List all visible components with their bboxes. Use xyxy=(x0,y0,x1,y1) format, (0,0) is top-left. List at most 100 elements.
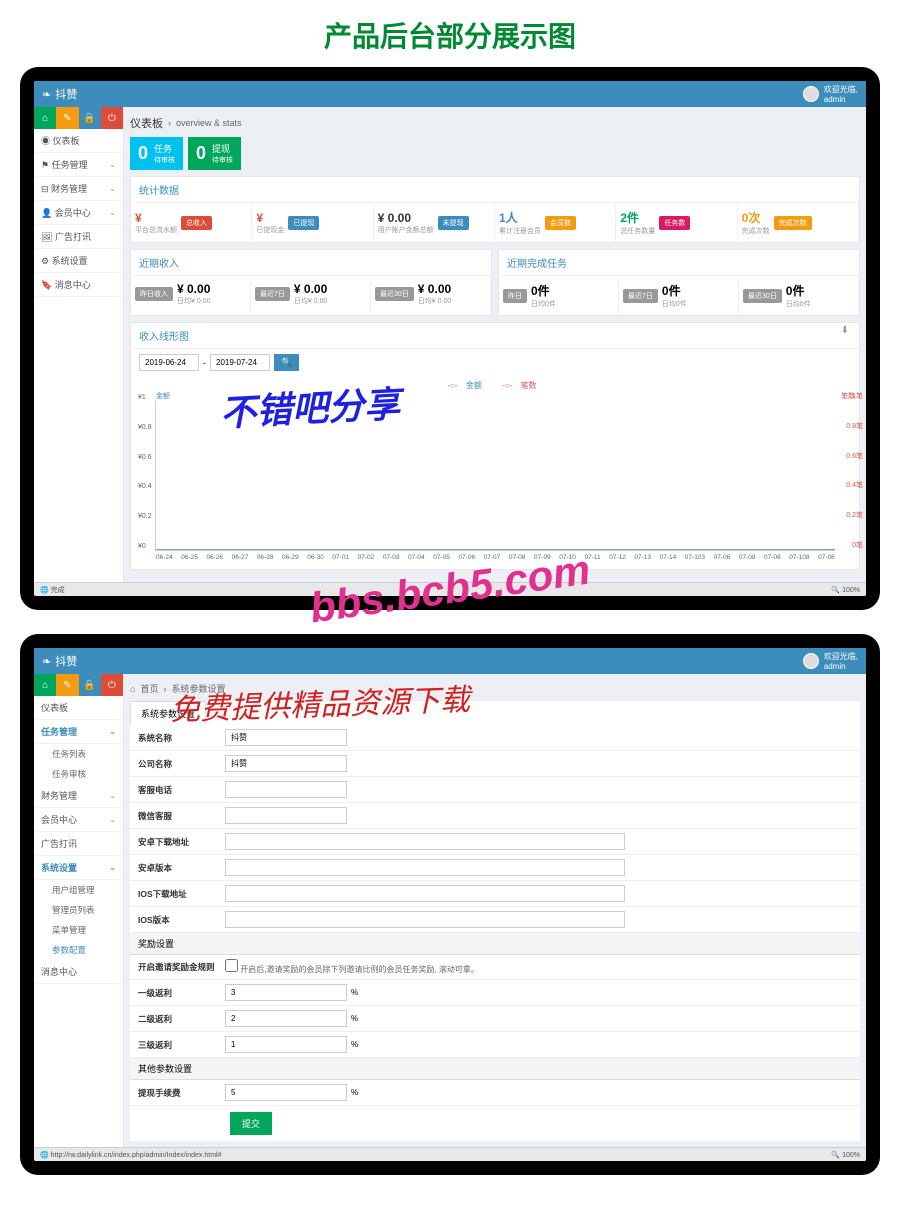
reward-checkbox[interactable] xyxy=(225,959,238,972)
sidebar-item[interactable]: 👤 会员中心⌄ xyxy=(34,201,123,225)
download-icon[interactable]: ⬇ xyxy=(841,325,849,336)
quick-home-icon[interactable]: ⌂ xyxy=(34,107,56,129)
wechat-input[interactable] xyxy=(225,807,347,824)
quick-lock-icon[interactable]: 🔒 xyxy=(79,107,101,129)
sidebar: ⌂ ✎ 🔒 ⏻ ◉ 仪表板⚑ 任务管理⌄⊟ 财务管理⌄👤 会员中心⌄🖼 广告打讯… xyxy=(34,107,124,582)
other-section-header: 其他参数设置 xyxy=(130,1058,860,1080)
stat-item: 昨日0件日均0件 xyxy=(499,276,619,315)
username: admin xyxy=(824,95,858,104)
sidebar-2: ⌂ ✎ 🔒 ⏻ 仪表板任务管理⌄任务列表任务审核财务管理⌄会员中心⌄广告打讯系统… xyxy=(34,674,124,1147)
sidebar-item[interactable]: 🖼 广告打讯 xyxy=(34,225,123,249)
user-box[interactable]: 欢迎光临, admin xyxy=(803,84,858,104)
legend-b: 笔数 xyxy=(521,381,537,390)
metric-item: 1人累计注册会员会员数 xyxy=(495,203,616,242)
android_ver-input[interactable] xyxy=(225,859,625,876)
stat-item: 最近30日0件日均0件 xyxy=(739,276,859,315)
monitor-2: ❧ 抖赞 欢迎光临, admin ⌂ ✎ 🔒 ⏻ 仪表板任务管理⌄任务列表任务审… xyxy=(20,634,880,1175)
sidebar-subitem[interactable]: 管理员列表 xyxy=(34,900,123,920)
metric-tag: 已提现 xyxy=(288,216,319,230)
brand-text-2: 抖赞 xyxy=(55,653,77,669)
level-input[interactable] xyxy=(225,1036,347,1053)
field-label: 客服电话 xyxy=(130,784,225,796)
sidebar-subitem[interactable]: 任务审核 xyxy=(34,764,123,784)
sidebar-subitem[interactable]: 菜单管理 xyxy=(34,920,123,940)
android_url-input[interactable] xyxy=(225,833,625,850)
recent-income-title: 近期收入 xyxy=(131,250,491,276)
chevron-right-icon: › xyxy=(168,118,171,128)
field-label: IOS下载地址 xyxy=(130,888,225,900)
date-from-input[interactable] xyxy=(139,354,199,371)
sidebar-subitem[interactable]: 参数配置 xyxy=(34,940,123,960)
tab-settings[interactable]: 系统参数设置 xyxy=(130,701,206,725)
recent-tasks-title: 近期完成任务 xyxy=(499,250,859,276)
leaf-icon: ❧ xyxy=(42,655,51,668)
level-input[interactable] xyxy=(225,1010,347,1027)
submit-button[interactable]: 提交 xyxy=(230,1112,272,1135)
home-icon: ⌂ xyxy=(130,684,135,694)
quick-lock-icon[interactable]: 🔒 xyxy=(79,674,101,696)
stat-box[interactable]: 0任务待审核 xyxy=(130,137,183,170)
level-input[interactable] xyxy=(225,984,347,1001)
sidebar-item[interactable]: ⚑ 任务管理⌄ xyxy=(34,153,123,177)
stat-item: 最近30日¥ 0.00日均¥ 0.00 xyxy=(371,276,491,312)
zoom-icon: 🔍 xyxy=(831,587,840,594)
page-heading: 产品后台部分展示图 xyxy=(0,0,900,67)
stat-item: 最近7日0件日均0件 xyxy=(619,276,739,315)
metric-tag: 未提现 xyxy=(438,216,469,230)
bc-home[interactable]: 首页 xyxy=(140,682,158,695)
stat-item: 昨日收入¥ 0.00日均¥ 0.00 xyxy=(131,276,251,312)
sidebar-item[interactable]: 消息中心 xyxy=(34,960,123,984)
search-icon: 🔍 xyxy=(281,357,292,367)
percent-unit: % xyxy=(347,988,358,997)
phone-input[interactable] xyxy=(225,781,347,798)
date-to-input[interactable] xyxy=(210,354,270,371)
field-label: 公司名称 xyxy=(130,758,225,770)
metric-tag: 总收入 xyxy=(181,216,212,230)
brand-text: 抖赞 xyxy=(55,86,77,102)
quick-edit-icon[interactable]: ✎ xyxy=(56,674,78,696)
metric-item: ¥平台总流水额总收入 xyxy=(131,203,252,242)
zoom-text: 100% xyxy=(842,587,860,594)
sidebar-item[interactable]: 🔖 消息中心 xyxy=(34,273,123,297)
period-tag: 昨日 xyxy=(503,289,527,303)
level-label: 二级返利 xyxy=(130,1013,225,1025)
metric-tag: 会员数 xyxy=(545,216,576,230)
user-box-2[interactable]: 欢迎光临, admin xyxy=(803,651,858,671)
sidebar-item[interactable]: 仪表板 xyxy=(34,696,123,720)
stats-title: 统计数据 xyxy=(131,177,859,203)
quick-power-icon[interactable]: ⏻ xyxy=(101,674,123,696)
sidebar-subitem[interactable]: 用户组管理 xyxy=(34,880,123,900)
quick-power-icon[interactable]: ⏻ xyxy=(101,107,123,129)
metric-item: ¥已提现金已提现 xyxy=(252,203,373,242)
company-input[interactable] xyxy=(225,755,347,772)
level-label: 三级返利 xyxy=(130,1039,225,1051)
sidebar-item[interactable]: 财务管理⌄ xyxy=(34,784,123,808)
globe-icon: 🌐 xyxy=(40,1152,49,1159)
chevron-down-icon: ⌄ xyxy=(109,184,116,193)
quick-home-icon[interactable]: ⌂ xyxy=(34,674,56,696)
sidebar-subitem[interactable]: 任务列表 xyxy=(34,744,123,764)
reward-rule-checkbox-label[interactable]: 开启后,邀请奖励的会员除下列邀请比例的会员任务奖励, 滚动可拿。 xyxy=(225,959,479,975)
reward-rule-label: 开启邀请奖励金规则 xyxy=(130,961,225,973)
sidebar-item[interactable]: ◉ 仪表板 xyxy=(34,129,123,153)
sidebar-item[interactable]: 任务管理⌄ xyxy=(34,720,123,744)
metric-tag: 完成次数 xyxy=(774,216,812,230)
quick-edit-icon[interactable]: ✎ xyxy=(56,107,78,129)
sidebar-item[interactable]: 广告打讯 xyxy=(34,832,123,856)
sidebar-item[interactable]: ⊟ 财务管理⌄ xyxy=(34,177,123,201)
sidebar-item[interactable]: ⚙ 系统设置 xyxy=(34,249,123,273)
sidebar-item[interactable]: 会员中心⌄ xyxy=(34,808,123,832)
search-button[interactable]: 🔍 xyxy=(274,354,299,371)
sys_name-input[interactable] xyxy=(225,729,347,746)
ios_ver-input[interactable] xyxy=(225,911,625,928)
withdraw-input[interactable] xyxy=(225,1084,347,1101)
ios_url-input[interactable] xyxy=(225,885,625,902)
brand: ❧ 抖赞 xyxy=(42,86,77,102)
user-icon: 👤 xyxy=(41,208,52,218)
stat-box[interactable]: 0提现待审核 xyxy=(188,137,241,170)
sidebar-item[interactable]: 系统设置⌄ xyxy=(34,856,123,880)
period-tag: 最近30日 xyxy=(743,289,782,303)
monitor-1: ❧ 抖赞 欢迎光临, admin ⌂ ✎ 🔒 ⏻ ◉ 仪表板⚑ 任务管理⌄⊟ 财… xyxy=(20,67,880,610)
leaf-icon: ❧ xyxy=(42,88,51,101)
zoom-icon: 🔍 xyxy=(831,1152,840,1159)
